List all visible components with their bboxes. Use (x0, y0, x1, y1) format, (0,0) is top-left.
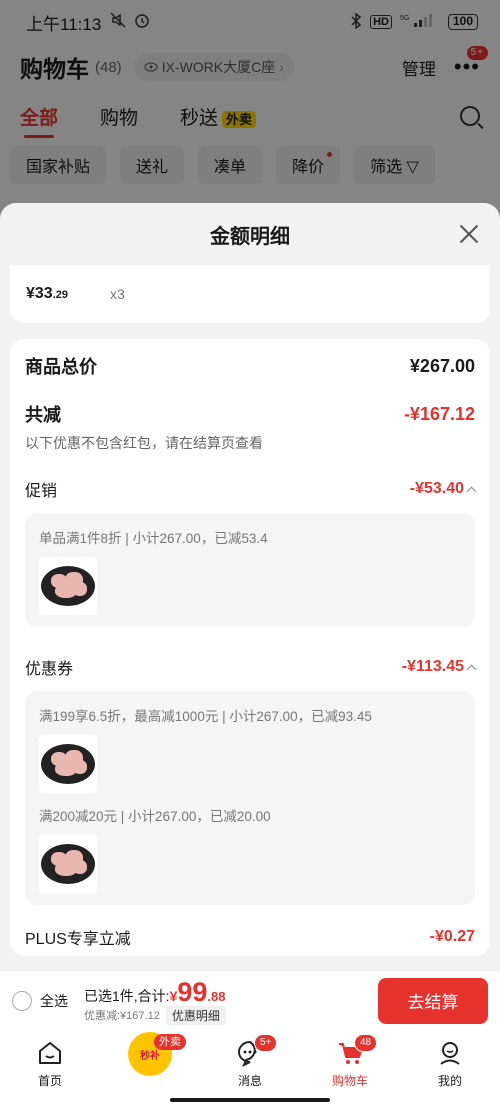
total-value: ¥267.00 (409, 355, 475, 376)
nav-messages-label: 消息 (237, 1074, 262, 1088)
reduce-label: 共减 (25, 405, 61, 425)
selected-text: 已选1件,合计: (84, 987, 170, 1004)
plus-row: PLUS专享立减 -¥0.27 (25, 925, 475, 949)
reduce-row: 共减 -¥167.12 (25, 401, 475, 427)
nav-home[interactable]: 首页 (10, 1038, 90, 1111)
product-thumbnail (39, 557, 97, 615)
product-image (41, 566, 95, 606)
select-all-checkbox[interactable] (12, 990, 32, 1011)
promo-detail-text: 单品满1件8折 | 小计267.00，已减53.4 (39, 531, 268, 546)
sum-bottom: 优惠减:¥167.12 优惠明细 (84, 1005, 226, 1025)
amount-detail-sheet: 金额明细 ¥33.29 x3 商品总价 ¥267.00 共减 -¥167.12 … (0, 203, 500, 970)
promo-tag: 外卖 (154, 1034, 186, 1050)
product-image (41, 844, 95, 884)
coupon-row[interactable]: 优惠券 -¥113.45 (25, 655, 477, 679)
product-image (41, 744, 95, 784)
product-thumbnail (39, 835, 97, 893)
chevron-up-icon (466, 664, 477, 674)
close-icon[interactable] (458, 223, 480, 245)
plus-label: PLUS专享立减 (25, 931, 131, 948)
item-quantity: x3 (110, 286, 125, 302)
message-badge: 5+ (254, 1034, 278, 1052)
sum-top: 已选1件,合计: ¥99.88 (84, 977, 226, 1008)
price-breakdown-card: 商品总价 ¥267.00 共减 -¥167.12 以下优惠不包含红包，请在结算页… (10, 339, 490, 956)
nav-home-label: 首页 (37, 1074, 62, 1088)
coupon-value: -¥113.45 (401, 658, 477, 676)
nav-profile[interactable]: 我的 (410, 1038, 490, 1111)
sum-block: 已选1件,合计: ¥99.88 优惠减:¥167.12 优惠明细 (84, 977, 226, 1025)
item-price: ¥33.29 (26, 285, 68, 303)
total-row: 商品总价 ¥267.00 (25, 353, 475, 379)
promo-value: -¥53.40 (409, 480, 477, 498)
select-all-label[interactable]: 全选 (40, 991, 68, 1011)
item-card: ¥33.29 x3 (10, 265, 490, 323)
promo-amount: -¥53.40 (409, 480, 464, 497)
sheet-title: 金额明细 (210, 225, 290, 248)
promo-label: 促销 (25, 483, 58, 500)
checkout-bar: 全选 已选1件,合计: ¥99.88 优惠减:¥167.12 优惠明细 去结算 (0, 970, 500, 1030)
total-label: 商品总价 (25, 357, 97, 377)
coupon-detail-text: 满200减20元 | 小计267.00，已减20.00 (39, 809, 271, 824)
coupon-detail-box: 满199享6.5折，最高减1000元 | 小计267.00，已减93.45 满2… (25, 691, 475, 905)
product-thumbnail (39, 735, 97, 793)
item-price-main: ¥33 (26, 285, 53, 302)
total-price: ¥99.88 (170, 977, 226, 1008)
promo-row[interactable]: 促销 -¥53.40 (25, 477, 477, 501)
home-indicator (170, 1098, 330, 1102)
price-cents: .88 (207, 988, 226, 1004)
coupon-amount: -¥113.45 (401, 658, 464, 675)
coupon-label: 优惠券 (25, 661, 74, 678)
discount-text: 优惠减:¥167.12 (84, 1010, 160, 1022)
profile-icon (435, 1038, 465, 1068)
cart-badge: 48 (354, 1034, 378, 1052)
sheet-header: 金额明细 (0, 203, 500, 265)
item-price-cents: .29 (52, 289, 68, 301)
discount-detail-button[interactable]: 优惠明细 (165, 1005, 226, 1025)
promo-detail-box: 单品满1件8折 | 小计267.00，已减53.4 (25, 513, 475, 627)
reduce-value: -¥167.12 (403, 403, 475, 424)
nav-profile-label: 我的 (437, 1074, 462, 1088)
plus-value: -¥0.27 (429, 928, 475, 945)
discount-note: 以下优惠不包含红包，请在结算页查看 (25, 435, 263, 451)
checkout-button[interactable]: 去结算 (378, 977, 488, 1024)
nav-cart-label: 购物车 (331, 1074, 368, 1088)
home-icon (35, 1038, 65, 1068)
chevron-up-icon (466, 486, 477, 496)
price-integer: 99 (177, 976, 208, 1007)
coupon-detail-text: 满199享6.5折，最高减1000元 | 小计267.00，已减93.45 (39, 709, 372, 724)
